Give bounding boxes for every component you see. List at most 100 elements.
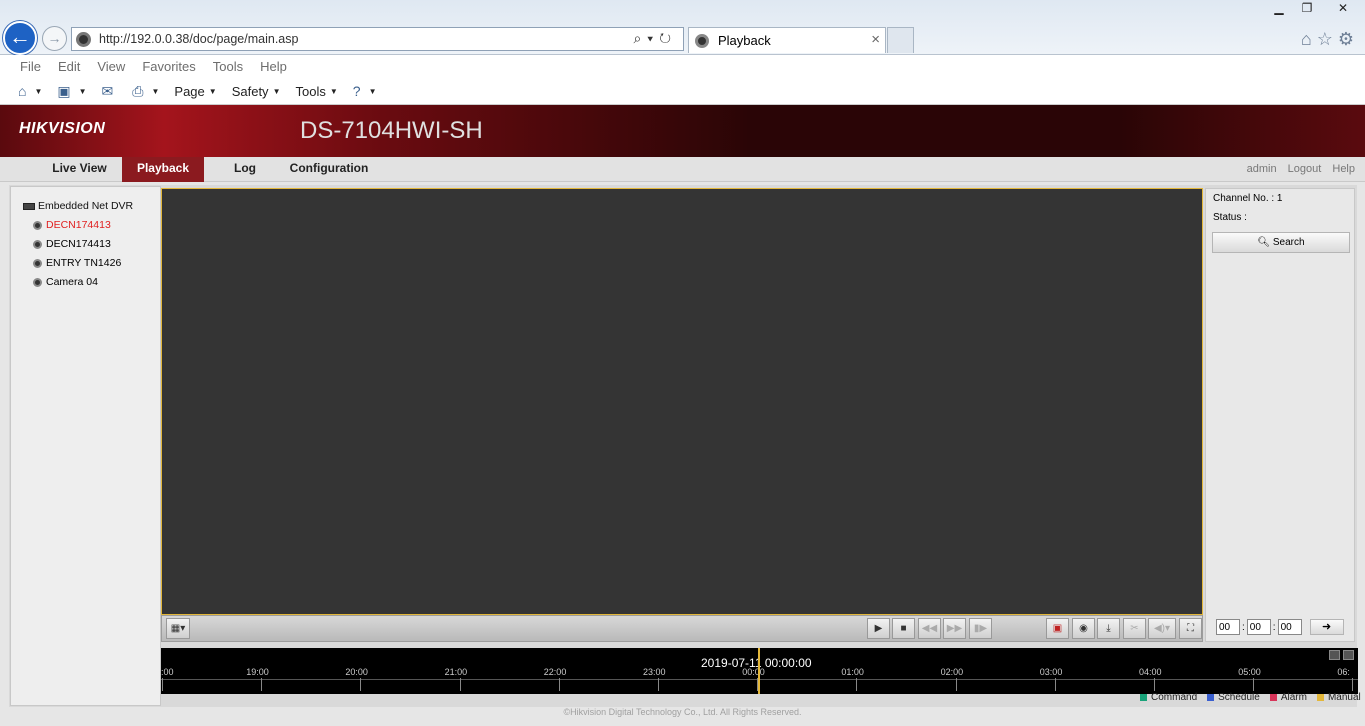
home-star-gear-icons[interactable]: ⌂☆⚙	[1301, 29, 1359, 50]
timeline-tick-label: 21:00	[444, 667, 468, 677]
stop-button[interactable]: ■	[892, 618, 915, 639]
timeline-tick-label: 22:00	[543, 667, 567, 677]
timeline-tick-label: 02:00	[940, 667, 964, 677]
video-window[interactable]	[161, 188, 1203, 615]
username: admin	[1246, 163, 1277, 175]
camera-item-4[interactable]: Camera 04	[33, 276, 98, 288]
menu-edit[interactable]: Edit	[58, 59, 80, 74]
slow-button[interactable]: ◀◀	[918, 618, 941, 639]
camera-item-1[interactable]: DECN174413	[33, 219, 111, 231]
legend-label: Schedule	[1218, 692, 1260, 703]
minute-input[interactable]	[1246, 619, 1271, 635]
timeline-tick-line	[955, 678, 957, 691]
timeline[interactable]: 2019-07-11 00:00:00 :00 19:00 20:00 21:00 22…	[161, 648, 1358, 694]
address-bar[interactable]: http://192.0.0.38/doc/page/main.asp ⌕▾↻	[71, 27, 684, 51]
minimize-icon[interactable]: ▁	[1265, 0, 1293, 18]
help-icon: ?	[352, 83, 361, 99]
camera-label: Camera 04	[46, 276, 98, 288]
frame-button[interactable]: ▮▶	[969, 618, 992, 639]
window-controls: ▁ ❐ ✕	[1265, 0, 1365, 18]
camera-item-2[interactable]: DECN174413	[33, 238, 111, 250]
tab-log[interactable]: Log	[214, 157, 276, 182]
timeline-tick-label: 20:00	[345, 667, 368, 677]
device-model: DS-7104HWI-SH	[300, 117, 483, 144]
tab-configuration[interactable]: Configuration	[284, 157, 374, 182]
maximize-icon[interactable]: ❐	[1293, 0, 1321, 18]
timeline-tick-line	[1154, 678, 1155, 691]
channel-label: Channel No. : 1	[1213, 193, 1283, 204]
legend-command: Command	[1140, 692, 1197, 703]
tools-menu[interactable]: Tools ▼	[295, 84, 337, 99]
menu-tools[interactable]: Tools	[213, 59, 243, 74]
footer: ©Hikvision Digital Technology Co., Ltd. …	[563, 707, 802, 717]
tree-root[interactable]: Embedded Net DVR	[23, 200, 133, 212]
address-text[interactable]: http://192.0.0.38/doc/page/main.asp	[99, 32, 298, 46]
status-label: Status :	[1213, 212, 1247, 223]
menu-bar: File Edit View Favorites Tools Help	[0, 55, 1365, 78]
download-icon[interactable]: ⤓	[1097, 618, 1120, 639]
legend-swatch	[1140, 694, 1147, 701]
camera-icon	[33, 239, 42, 249]
camera-icon	[33, 258, 42, 268]
fullscreen-icon[interactable]: ⛶	[1179, 618, 1202, 639]
timeline-zoom-buttons	[1326, 650, 1354, 660]
home-command[interactable]: ⌂ ▼	[18, 83, 42, 99]
play-button[interactable]: ▶	[867, 618, 890, 639]
menu-help[interactable]: Help	[260, 59, 287, 74]
logout-link[interactable]: Logout	[1288, 163, 1322, 175]
menu-favorites[interactable]: Favorites	[142, 59, 195, 74]
timeline-tick-label: :00	[161, 667, 174, 677]
second-input[interactable]	[1277, 619, 1302, 635]
legend-schedule: Schedule	[1207, 692, 1260, 703]
stop-all-button[interactable]: ▣	[1046, 618, 1069, 639]
go-arrow-icon[interactable]: ➜	[1309, 619, 1344, 635]
page-menu-label: Page	[174, 83, 205, 99]
page-menu[interactable]: Page ▼	[174, 84, 216, 99]
timeline-tick-line	[1352, 678, 1354, 691]
legend-swatch	[1316, 694, 1324, 701]
menu-file[interactable]: File	[20, 59, 41, 74]
capture-icon[interactable]: ◉	[1072, 618, 1095, 639]
mail-command[interactable]: ✉	[102, 83, 118, 100]
tab-playback[interactable]: Playback ×	[688, 27, 886, 53]
legend-label: Manual	[1327, 692, 1361, 703]
timeline-tick-line	[558, 678, 560, 691]
tab-playback[interactable]: Playback	[122, 157, 204, 182]
app-header: HIKVISION DS-7104HWI-SH	[0, 105, 1365, 157]
zoom-out-icon[interactable]	[1329, 650, 1340, 660]
help-menu[interactable]: ? ▼	[353, 83, 377, 99]
rss-icon: ▣	[57, 82, 71, 99]
safety-menu[interactable]: Safety ▼	[232, 84, 281, 99]
search-refresh-icon[interactable]: ⌕▾↻	[633, 30, 677, 47]
timeline-tick-label: 23:00	[643, 667, 666, 677]
feeds-command[interactable]: ▣ ▼	[57, 83, 86, 100]
forward-button[interactable]: →	[42, 26, 67, 51]
camera-icon	[33, 277, 42, 287]
timeline-tick-line	[261, 678, 263, 691]
close-icon[interactable]: ✕	[1321, 0, 1365, 18]
legend-alarm: Alarm	[1269, 692, 1307, 703]
layout-button[interactable]: ▦▾	[166, 618, 190, 639]
search-button[interactable]: 🔍︎ Search	[1212, 232, 1350, 253]
print-command[interactable]: ⎙ ▼	[132, 83, 159, 100]
fast-button[interactable]: ▶▶	[943, 618, 966, 639]
main-nav: Live View Playback Log Configuration adm…	[0, 157, 1365, 182]
hour-input[interactable]	[1216, 619, 1240, 635]
help-link[interactable]: Help	[1332, 163, 1355, 175]
legend-swatch	[1207, 694, 1215, 701]
clip-icon[interactable]: ✂	[1123, 618, 1146, 639]
back-button[interactable]: ←	[3, 21, 37, 55]
timeline-cursor[interactable]	[758, 648, 760, 694]
audio-icon[interactable]: ◀)▾	[1148, 618, 1176, 639]
time-input-row: : : ➜	[1216, 619, 1344, 635]
command-bar: ⌂ ▼ ▣ ▼ ✉ ⎙ ▼ Page ▼ Safety ▼ Tools ▼ ? ▼	[0, 78, 1365, 105]
user-links: admin Logout Help	[1239, 163, 1355, 175]
search-icon: 🔍︎	[1257, 237, 1271, 248]
camera-item-3[interactable]: ENTRY TN1426	[33, 257, 121, 269]
close-tab-icon[interactable]: ×	[871, 31, 880, 48]
brand-logo: HIKVISION	[19, 120, 106, 137]
new-tab-button[interactable]	[887, 27, 914, 53]
menu-view[interactable]: View	[97, 59, 125, 74]
zoom-in-icon[interactable]	[1343, 650, 1354, 660]
tab-live-view[interactable]: Live View	[37, 157, 122, 182]
